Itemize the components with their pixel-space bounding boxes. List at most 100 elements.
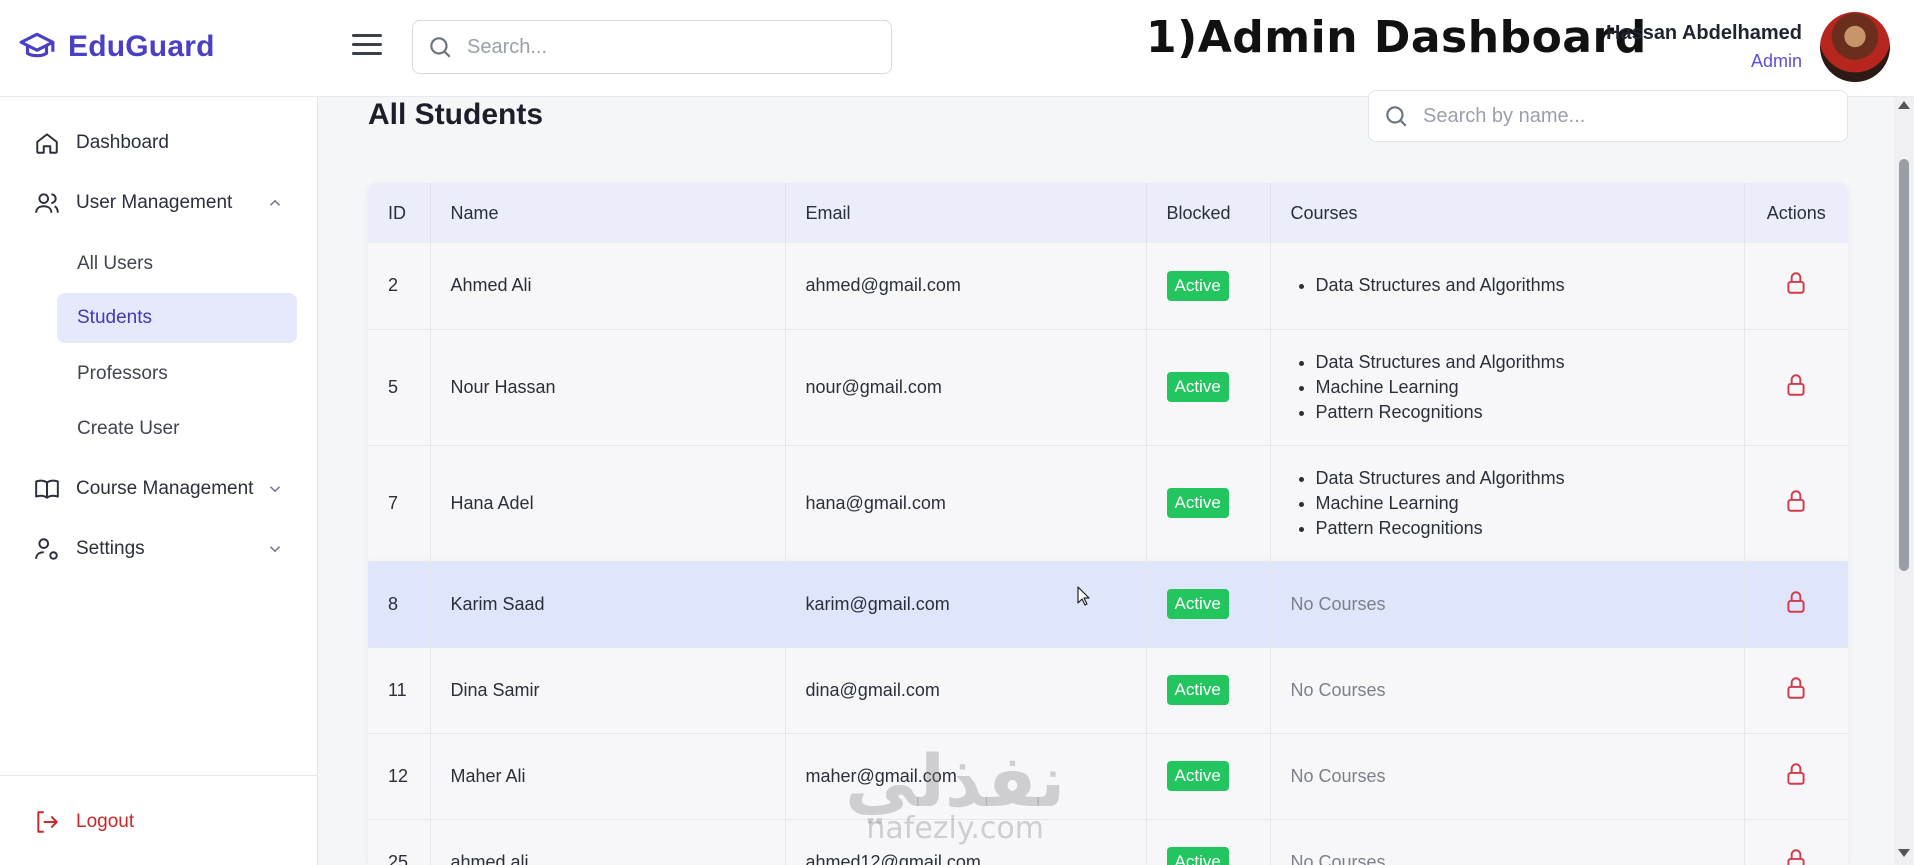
search-icon (1386, 106, 1407, 127)
cell-actions (1744, 329, 1848, 445)
page-title: All Students (368, 98, 544, 131)
global-search[interactable] (412, 20, 892, 74)
course-item: Pattern Recognitions (1316, 516, 1744, 541)
cell-name: Nour Hassan (430, 329, 786, 445)
table-row[interactable]: 25 ahmed ali ahmed12@gmail.com Active No… (368, 819, 1848, 865)
cell-email: nour@gmail.com (785, 329, 1147, 445)
cell-email: hana@gmail.com (785, 445, 1147, 561)
cell-courses: No Courses (1270, 819, 1745, 865)
lock-icon[interactable] (1783, 761, 1809, 787)
column-header-actions: Actions (1766, 202, 1826, 223)
page-scrollbar[interactable] (1894, 97, 1914, 865)
course-item: Pattern Recognitions (1316, 400, 1744, 425)
sidebar-item-user-management[interactable]: User Management (34, 183, 284, 223)
graduation-cap-icon (19, 32, 55, 58)
scroll-thumb[interactable] (1899, 159, 1909, 571)
status-badge: Active (1166, 270, 1229, 301)
table-row[interactable]: 2 Ahmed Ali ahmed@gmail.com Active Data … (368, 243, 1848, 329)
app-logo[interactable]: EduGuard (18, 28, 215, 66)
sidebar-subitem-students[interactable]: Students (57, 293, 297, 343)
lock-icon[interactable] (1783, 270, 1809, 296)
table-row[interactable]: 5 Nour Hassan nour@gmail.com Active Data… (368, 329, 1848, 445)
table-row[interactable]: 7 Hana Adel hana@gmail.com Active Data S… (368, 445, 1848, 561)
column-header-id[interactable]: ID (368, 183, 431, 243)
lock-icon[interactable] (1783, 488, 1809, 514)
sidebar-item-course-management[interactable]: Course Management (34, 469, 284, 509)
sidebar-item-label: Course Management (76, 478, 254, 499)
name-search-input[interactable] (1423, 104, 1823, 128)
logout-icon (37, 811, 58, 833)
chevron-up-icon[interactable] (266, 194, 284, 212)
app-name: EduGuard (68, 30, 215, 63)
status-badge: Active (1166, 372, 1229, 402)
cell-name: Ahmed Ali (430, 243, 786, 329)
cell-courses: No Courses (1270, 647, 1745, 733)
search-icon (430, 37, 451, 58)
cell-actions (1744, 445, 1848, 561)
sidebar-subitem-label: Students (77, 307, 152, 328)
users-icon (35, 193, 59, 213)
sidebar-item-label: Dashboard (76, 132, 169, 153)
user-role: Admin (1750, 51, 1802, 71)
mouse-cursor-icon (1077, 586, 1090, 606)
menu-toggle-icon[interactable] (352, 34, 382, 58)
sidebar-subitem-professors[interactable]: Professors (57, 349, 297, 399)
logout-label: Logout (76, 811, 135, 832)
status-badge: Active (1166, 847, 1229, 865)
chevron-down-icon[interactable] (266, 540, 284, 558)
chevron-down-icon[interactable] (266, 480, 284, 498)
cell-courses: Data Structures and Algorithms Machine L… (1270, 329, 1745, 445)
cell-blocked: Active (1146, 243, 1271, 329)
scroll-down-arrow-icon[interactable] (1898, 849, 1910, 857)
home-icon (36, 133, 58, 154)
cell-id: 25 (368, 819, 431, 865)
lock-icon[interactable] (1783, 372, 1809, 398)
sidebar-subitem-create-user[interactable]: Create User (57, 404, 297, 454)
lock-icon[interactable] (1783, 675, 1809, 701)
cell-courses: Data Structures and Algorithms Machine L… (1270, 445, 1745, 561)
column-header-courses[interactable]: Courses (1270, 183, 1745, 243)
table-row[interactable]: 8 Karim Saad karim@gmail.com Active No C… (368, 561, 1848, 647)
cell-actions (1744, 647, 1848, 733)
table-row[interactable]: 12 Maher Ali maher@gmail.com Active No C… (368, 733, 1848, 819)
cell-id: 8 (368, 561, 431, 647)
avatar[interactable] (1820, 12, 1890, 82)
cell-id: 7 (368, 445, 431, 561)
sidebar-item-dashboard[interactable]: Dashboard (34, 123, 284, 163)
sidebar-subitem-all-users[interactable]: All Users (57, 239, 297, 289)
logout-button[interactable]: Logout (34, 809, 134, 835)
cell-courses: No Courses (1270, 561, 1745, 647)
table-row[interactable]: 11 Dina Samir dina@gmail.com Active No C… (368, 647, 1848, 733)
status-badge: Active (1166, 761, 1229, 791)
cell-actions (1744, 733, 1848, 819)
name-search[interactable] (1368, 90, 1848, 142)
course-list: Data Structures and Algorithms Machine L… (1291, 466, 1744, 541)
column-header-name[interactable]: Name (430, 183, 786, 243)
cell-email: karim@gmail.com (785, 561, 1147, 647)
status-badge: Active (1166, 675, 1229, 705)
cell-id: 5 (368, 329, 431, 445)
course-list: Data Structures and Algorithms (1291, 273, 1744, 298)
column-header-blocked[interactable]: Blocked (1146, 183, 1271, 243)
cell-email: ahmed@gmail.com (785, 243, 1147, 329)
top-header: EduGuard 1)Admin Dashboard Hassan Abdelh… (0, 0, 1914, 97)
lock-icon[interactable] (1783, 589, 1809, 615)
user-name: Hassan Abdelhamed (1606, 22, 1802, 44)
students-table: ID Name Email Blocked Courses Actions 2 … (368, 183, 1848, 865)
column-header-email[interactable]: Email (785, 183, 1147, 243)
cell-email: ahmed12@gmail.com (785, 819, 1147, 865)
cell-name: Maher Ali (430, 733, 786, 819)
table-header-row: ID Name Email Blocked Courses Actions (368, 183, 1848, 243)
cell-id: 11 (368, 647, 431, 733)
user-info[interactable]: Hassan Abdelhamed Admin (1606, 22, 1802, 72)
cell-email: maher@gmail.com (785, 733, 1147, 819)
cell-name: Hana Adel (430, 445, 786, 561)
sidebar-item-settings[interactable]: Settings (34, 529, 284, 569)
lock-icon[interactable] (1783, 847, 1809, 865)
cell-actions (1744, 819, 1848, 865)
book-icon (35, 479, 59, 499)
sidebar-subitem-label: All Users (77, 253, 154, 274)
scroll-up-arrow-icon[interactable] (1898, 101, 1910, 109)
global-search-input[interactable] (467, 35, 867, 59)
course-item: Data Structures and Algorithms (1316, 273, 1744, 298)
